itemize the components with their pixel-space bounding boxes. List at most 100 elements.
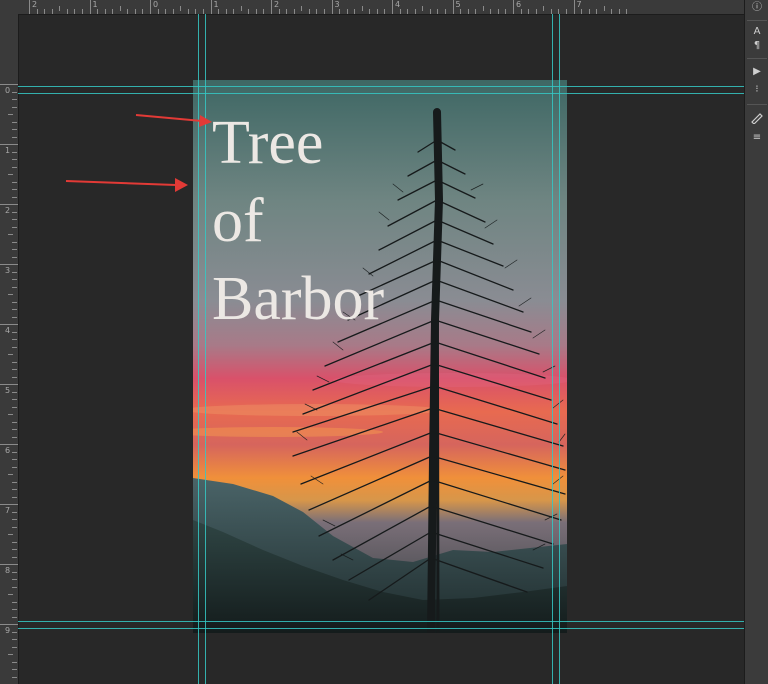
ruler-tick: [12, 331, 17, 333]
ruler-tick: [0, 564, 18, 565]
ruler-tick: [12, 609, 17, 610]
ruler-tick: [12, 99, 17, 100]
ruler-tick: [331, 0, 333, 14]
guide-horizontal[interactable]: [18, 86, 744, 87]
ruler-tick: [263, 9, 265, 14]
ruler-tick: [12, 91, 17, 93]
ruler-tick: [588, 9, 590, 14]
guide-vertical[interactable]: [552, 14, 553, 684]
ruler-tick: [225, 9, 227, 14]
ruler-tick: [218, 9, 220, 14]
ruler-tick: [12, 421, 17, 423]
ruler-tick: [12, 121, 17, 123]
ruler-tick: [12, 376, 17, 378]
ruler-tick: [12, 159, 17, 160]
ruler-tick: [308, 9, 310, 14]
ruler-tick: [12, 241, 17, 243]
guide-horizontal[interactable]: [18, 628, 744, 629]
annotation-arrow-icon: [65, 178, 188, 192]
ruler-tick: [165, 9, 167, 14]
ruler-tick: [581, 9, 583, 14]
ruler-tick: [233, 9, 235, 14]
ruler-tick: [573, 0, 575, 14]
canvas-artwork[interactable]: Tree of Barbor: [193, 80, 567, 633]
title-line-3[interactable]: Barbor: [212, 268, 384, 330]
ruler-tick: [399, 9, 401, 14]
ruler-tick: [626, 9, 628, 14]
actions-play-icon[interactable]: ▶: [747, 64, 767, 80]
title-line-1[interactable]: Tree: [212, 112, 323, 174]
ruler-tick: [195, 9, 197, 14]
ruler-tick: [323, 9, 325, 14]
ruler-tick: [8, 234, 13, 235]
ruler-tick: [444, 9, 446, 14]
ruler-tick: [255, 9, 257, 14]
ruler-tick: [535, 9, 537, 14]
ruler-tick: [12, 361, 17, 363]
ruler-tick: [12, 489, 17, 490]
ruler-tick: [429, 9, 431, 14]
ruler-tick: [12, 181, 17, 183]
ruler-tick: [8, 534, 13, 535]
ruler-tick: [12, 631, 17, 633]
ruler-tick: [12, 526, 17, 528]
ruler-label: 2: [5, 206, 11, 215]
ruler-tick: [12, 346, 17, 348]
guide-horizontal[interactable]: [18, 93, 744, 94]
ruler-left[interactable]: 0 1 2 3 4 5 6 7 8 9: [0, 14, 19, 684]
ruler-tick: [618, 9, 620, 14]
brush-settings-icon[interactable]: [747, 112, 767, 128]
ruler-tick: [0, 384, 18, 385]
title-line-2[interactable]: of: [212, 190, 264, 252]
ruler-tick: [12, 301, 17, 303]
paragraph-panel-icon[interactable]: ¶: [747, 38, 767, 54]
ruler-tick: [0, 264, 18, 265]
ruler-label: 7: [5, 506, 11, 515]
ruler-tick: [202, 9, 204, 14]
ruler-tick: [520, 9, 522, 14]
ruler-tick: [12, 286, 17, 288]
ruler-tick: [437, 9, 439, 14]
ruler-tick: [565, 9, 567, 14]
ruler-tick: [112, 9, 114, 14]
ruler-tick: [376, 9, 378, 14]
ruler-tick: [414, 9, 416, 14]
ruler-tick: [12, 616, 17, 618]
ruler-tick: [12, 211, 17, 213]
ruler-tick: [8, 294, 13, 295]
ruler-tick: [12, 166, 17, 168]
ruler-tick: [513, 0, 514, 14]
ruler-tick: [0, 504, 18, 505]
ruler-tick: [12, 601, 17, 603]
ruler-tick: [12, 661, 17, 663]
ruler-tick: [293, 9, 295, 14]
ruler-label: 6: [5, 446, 11, 455]
ruler-tick: [12, 646, 17, 648]
ruler-tick: [12, 189, 17, 190]
ruler-tick: [89, 0, 91, 14]
adjustments-icon[interactable]: ≡: [747, 130, 767, 146]
ruler-tick: [248, 9, 250, 14]
ruler-tick: [12, 106, 17, 108]
info-icon[interactable]: ⓘ: [747, 0, 767, 16]
guide-horizontal[interactable]: [18, 621, 744, 622]
guide-vertical[interactable]: [559, 14, 560, 684]
ruler-tick: [12, 586, 17, 588]
ruler-tick: [12, 151, 17, 153]
ruler-top[interactable]: 2101234567: [0, 0, 744, 15]
ruler-tick: [0, 324, 18, 325]
ruler-tick: [0, 204, 18, 205]
ruler-tick: [339, 9, 341, 14]
layer-comps-icon[interactable]: ⁝: [747, 82, 767, 98]
ruler-tick: [12, 316, 17, 318]
ruler-tick: [8, 354, 13, 355]
ruler-tick: [12, 676, 17, 678]
ruler-tick: [490, 9, 492, 14]
annotation-arrow-icon: [135, 114, 212, 127]
ruler-tick: [8, 414, 13, 415]
ruler-tick: [29, 0, 30, 14]
ruler-tick: [460, 9, 462, 14]
ruler-tick: [8, 654, 13, 655]
ruler-tick: [36, 9, 38, 14]
ruler-tick: [12, 556, 17, 558]
